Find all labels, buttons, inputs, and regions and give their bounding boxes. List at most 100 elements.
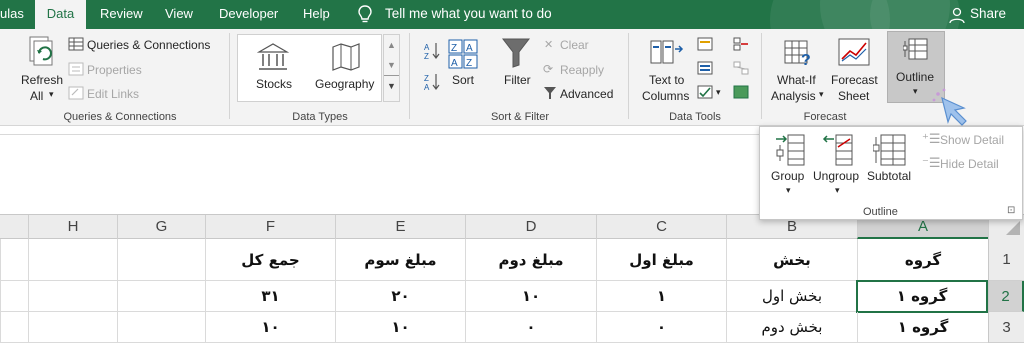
cell-a3[interactable]: گروه ۱ xyxy=(857,312,988,343)
queries-connections-button[interactable]: Queries & Connections xyxy=(87,38,210,52)
chevron-down-icon: ▾ xyxy=(913,86,918,96)
tab-help[interactable]: Help xyxy=(303,0,338,29)
column-header-d[interactable]: D xyxy=(465,215,596,239)
cell-d1[interactable]: مبلغ دوم xyxy=(465,239,596,281)
advanced-button[interactable]: Advanced xyxy=(560,87,613,101)
share-button[interactable]: Share xyxy=(970,0,1006,29)
stocks-button[interactable]: Stocks xyxy=(256,77,292,91)
cell-d3[interactable]: ۰ xyxy=(465,312,596,343)
cell-g3[interactable] xyxy=(117,312,205,343)
properties-button[interactable]: Properties xyxy=(87,63,142,77)
hide-detail-button[interactable]: Hide Detail xyxy=(940,157,999,171)
gallery-scroll[interactable]: ▲ ▼ ▼ xyxy=(383,34,400,102)
cell-h3[interactable] xyxy=(28,312,117,343)
geography-button[interactable]: Geography xyxy=(315,77,374,91)
divider xyxy=(0,134,760,135)
group-button[interactable]: Group xyxy=(771,169,804,183)
data-validation-icon[interactable] xyxy=(697,85,713,99)
cell-h2[interactable] xyxy=(28,281,117,312)
chevron-down-icon[interactable]: ▾ xyxy=(49,89,54,100)
cell[interactable] xyxy=(0,312,28,343)
cell-a1[interactable]: گروه xyxy=(857,239,988,281)
clear-button[interactable]: Clear xyxy=(560,38,589,52)
tab-data[interactable]: Data xyxy=(35,0,86,30)
show-detail-icon: ⁺☰ xyxy=(922,131,941,146)
chevron-down-icon[interactable]: ▾ xyxy=(786,185,791,196)
forecast-sheet-label[interactable]: Forecast xyxy=(831,73,878,87)
refresh-all-label-2[interactable]: All xyxy=(30,89,43,103)
chevron-down-icon[interactable]: ▾ xyxy=(819,89,824,100)
consolidate-icon[interactable] xyxy=(733,37,749,51)
chevron-down-icon[interactable]: ▼ xyxy=(384,55,399,75)
cell-b3[interactable]: بخش دوم xyxy=(726,312,857,343)
cell-e3[interactable]: ۱۰ xyxy=(335,312,465,343)
text-to-columns-label[interactable]: Text to xyxy=(649,73,684,87)
column-header-e[interactable]: E xyxy=(335,215,465,239)
cell-a2-selected[interactable]: گروه ۱ xyxy=(856,280,988,313)
cell-d2[interactable]: ۱۰ xyxy=(465,281,596,312)
column-header-h[interactable]: H xyxy=(28,215,117,239)
subtotal-button[interactable]: Subtotal xyxy=(867,169,911,183)
cell[interactable] xyxy=(0,239,28,281)
gallery-more-icon[interactable]: ▼ xyxy=(384,75,399,96)
group-separator xyxy=(761,33,762,119)
chevron-down-icon[interactable]: ▾ xyxy=(835,185,840,196)
sort-z-to-a-icon[interactable]: Z A xyxy=(423,72,441,92)
reapply-button[interactable]: Reapply xyxy=(560,63,604,77)
person-icon xyxy=(949,7,965,24)
data-model-icon[interactable] xyxy=(733,85,749,99)
column-header-f[interactable]: F xyxy=(205,215,335,239)
cell-c1[interactable]: مبلغ اول xyxy=(596,239,726,281)
group-separator xyxy=(628,33,629,119)
dialog-launcher-icon[interactable]: ⊡ xyxy=(1007,205,1015,216)
cell-c3[interactable]: ۰ xyxy=(596,312,726,343)
what-if-analysis-label[interactable]: What-If xyxy=(777,73,816,87)
tab-view[interactable]: View xyxy=(165,0,205,29)
outline-label: Outline xyxy=(896,70,935,84)
tab-developer[interactable]: Developer xyxy=(219,0,289,29)
row-header-1[interactable]: 1 xyxy=(988,239,1024,281)
ungroup-button[interactable]: Ungroup xyxy=(813,169,859,183)
group-separator xyxy=(229,33,230,119)
flash-fill-icon[interactable] xyxy=(697,37,713,51)
svg-text:A: A xyxy=(424,83,430,92)
refresh-all-label[interactable]: Refresh xyxy=(21,73,63,87)
what-if-analysis-label-2[interactable]: Analysis xyxy=(771,89,816,103)
edit-links-button[interactable]: Edit Links xyxy=(87,87,139,101)
forecast-sheet-label-2[interactable]: Sheet xyxy=(838,89,869,103)
column-header-g[interactable]: G xyxy=(117,215,205,239)
tab-review[interactable]: Review xyxy=(100,0,150,29)
cell[interactable] xyxy=(0,281,28,312)
text-to-columns-label-2[interactable]: Columns xyxy=(642,89,689,103)
cell-f3[interactable]: ۱۰ xyxy=(205,312,335,343)
cell-b1[interactable]: بخش xyxy=(726,239,857,281)
chevron-down-icon[interactable]: ▾ xyxy=(716,87,721,98)
tab-formulas[interactable]: ulas xyxy=(0,0,34,29)
sort-a-to-z-icon[interactable]: A Z xyxy=(423,41,441,61)
chevron-up-icon[interactable]: ▲ xyxy=(384,35,399,55)
sort-button[interactable]: Sort xyxy=(452,73,474,87)
what-if-analysis-icon: ? xyxy=(784,40,811,69)
cell-f2[interactable]: ۳۱ xyxy=(205,281,335,312)
column-header-c[interactable]: C xyxy=(596,215,726,239)
properties-icon xyxy=(68,62,84,76)
cell-b2[interactable]: بخش اول xyxy=(726,281,857,312)
cell-e1[interactable]: مبلغ سوم xyxy=(335,239,465,281)
cell-f1[interactable]: جمع کل xyxy=(205,239,335,281)
filter-button[interactable]: Filter xyxy=(504,73,531,87)
row-header-2[interactable]: 2 xyxy=(988,281,1024,312)
cell-c2[interactable]: ۱ xyxy=(596,281,726,312)
outline-icon xyxy=(903,38,928,60)
relationships-icon[interactable] xyxy=(733,61,749,75)
cell-h1[interactable] xyxy=(28,239,117,281)
cell-g2[interactable] xyxy=(117,281,205,312)
cell-e2[interactable]: ۲۰ xyxy=(335,281,465,312)
show-detail-button[interactable]: Show Detail xyxy=(940,133,1004,147)
svg-text:?: ? xyxy=(801,52,811,69)
remove-duplicates-icon[interactable] xyxy=(697,61,713,75)
row-header-3[interactable]: 3 xyxy=(988,312,1024,343)
group-icon xyxy=(776,134,805,166)
tell-me-search[interactable]: Tell me what you want to do xyxy=(385,0,552,29)
cell-g1[interactable] xyxy=(117,239,205,281)
advanced-filter-icon xyxy=(544,87,556,99)
